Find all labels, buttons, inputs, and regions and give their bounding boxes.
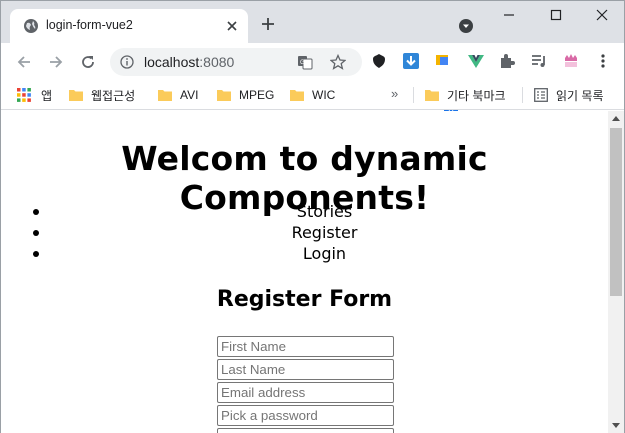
first-name-input[interactable]	[217, 336, 394, 357]
url-port: :8080	[199, 54, 235, 70]
bookmark-other-bookmarks[interactable]: 기타 북마크	[425, 86, 506, 104]
extensions-puzzle-icon[interactable]	[498, 52, 516, 70]
new-tab-icon[interactable]	[260, 16, 276, 32]
register-form	[217, 336, 394, 433]
bookmark-label: 웹접근성	[91, 88, 136, 103]
bookmark-folder-avi[interactable]: AVI	[158, 86, 198, 104]
download-extension-icon[interactable]	[402, 52, 420, 70]
email-input[interactable]	[217, 382, 394, 403]
tab-title: login-form-vue2	[46, 18, 133, 32]
browser-window: login-form-vue2 localhost:8080 G 앱 웹접근성 …	[0, 0, 625, 433]
folder-icon	[69, 90, 83, 101]
bookmark-star-icon[interactable]	[330, 54, 346, 70]
nav-item-stories[interactable]: Stories	[33, 201, 608, 222]
page-viewport: Welcom to dynamic Components! Stories Re…	[1, 111, 608, 433]
last-name-input[interactable]	[217, 359, 394, 380]
divider	[413, 87, 414, 103]
site-info-icon[interactable]	[120, 55, 134, 69]
svg-text:G: G	[300, 60, 305, 66]
globe-icon	[24, 19, 38, 33]
folder-icon	[290, 90, 304, 101]
bookmark-folder-wic[interactable]: WIC	[290, 86, 335, 104]
back-icon[interactable]	[15, 53, 33, 71]
url-text: localhost:8080	[144, 54, 234, 70]
tab-strip: login-form-vue2	[1, 1, 624, 43]
nav-item-label: Register	[291, 223, 358, 242]
window-close-icon[interactable]	[594, 7, 610, 23]
tab-search-icon[interactable]	[458, 18, 474, 34]
extension-shield-icon[interactable]	[370, 52, 388, 70]
bullet	[33, 230, 39, 236]
form-title: Register Form	[216, 287, 393, 312]
bookmark-label: 읽기 목록	[556, 88, 604, 103]
bookmark-reading-list[interactable]: 읽기 목록	[534, 86, 604, 104]
toolbar: localhost:8080 G 0	[1, 43, 624, 117]
bookmark-apps-label: 앱	[41, 88, 53, 103]
nav-item-register[interactable]: Register	[33, 222, 608, 243]
vue-devtools-icon[interactable]	[467, 52, 485, 70]
bookmarks-bar: 앱 웹접근성 AVI MPEG WIC » 기타 북마크 읽기 목록	[1, 79, 624, 110]
bookmark-folder-accessibility[interactable]: 웹접근성	[69, 86, 135, 104]
bookmark-label: WIC	[312, 88, 336, 102]
folder-icon	[217, 90, 231, 101]
bookmarks-overflow-button[interactable]: »	[391, 86, 398, 101]
close-tab-icon[interactable]	[224, 18, 240, 34]
next-field-input[interactable]	[217, 428, 394, 433]
apps-grid-icon	[17, 88, 31, 102]
reload-icon[interactable]	[79, 53, 97, 71]
scroll-down-arrow[interactable]	[612, 423, 620, 428]
bookmark-apps[interactable]: 앱	[17, 86, 52, 104]
url-host: localhost	[144, 54, 200, 70]
folder-icon	[425, 90, 439, 101]
minimize-icon[interactable]	[501, 7, 517, 23]
vertical-scrollbar[interactable]	[608, 111, 624, 433]
component-nav: Stories Register Login	[33, 201, 608, 264]
bookmark-folder-mpeg[interactable]: MPEG	[217, 86, 274, 104]
folder-icon	[158, 90, 172, 101]
menu-kebab-icon[interactable]	[594, 52, 612, 70]
tab-active[interactable]: login-form-vue2	[10, 9, 248, 43]
nav-item-label: Login	[302, 244, 347, 263]
nav-item-login[interactable]: Login	[33, 243, 608, 264]
divider	[522, 87, 523, 103]
bookmark-label: 기타 북마크	[447, 88, 506, 103]
forward-icon[interactable]	[47, 53, 65, 71]
translate-icon[interactable]: G	[297, 54, 313, 70]
password-input[interactable]	[217, 405, 394, 426]
maximize-icon[interactable]	[548, 7, 564, 23]
nav-item-label: Stories	[296, 202, 353, 221]
profile-avatar-icon[interactable]	[562, 52, 580, 70]
scroll-thumb[interactable]	[610, 128, 622, 296]
bookmark-label: MPEG	[239, 88, 275, 102]
extension-square-icon[interactable]	[435, 52, 453, 70]
media-control-icon[interactable]	[530, 52, 548, 70]
bookmark-label: AVI	[180, 88, 199, 102]
bullet	[33, 251, 39, 257]
reading-list-icon	[534, 88, 548, 102]
scroll-up-arrow[interactable]	[612, 116, 620, 121]
bullet	[33, 209, 39, 215]
address-bar[interactable]: localhost:8080 G	[110, 48, 362, 76]
